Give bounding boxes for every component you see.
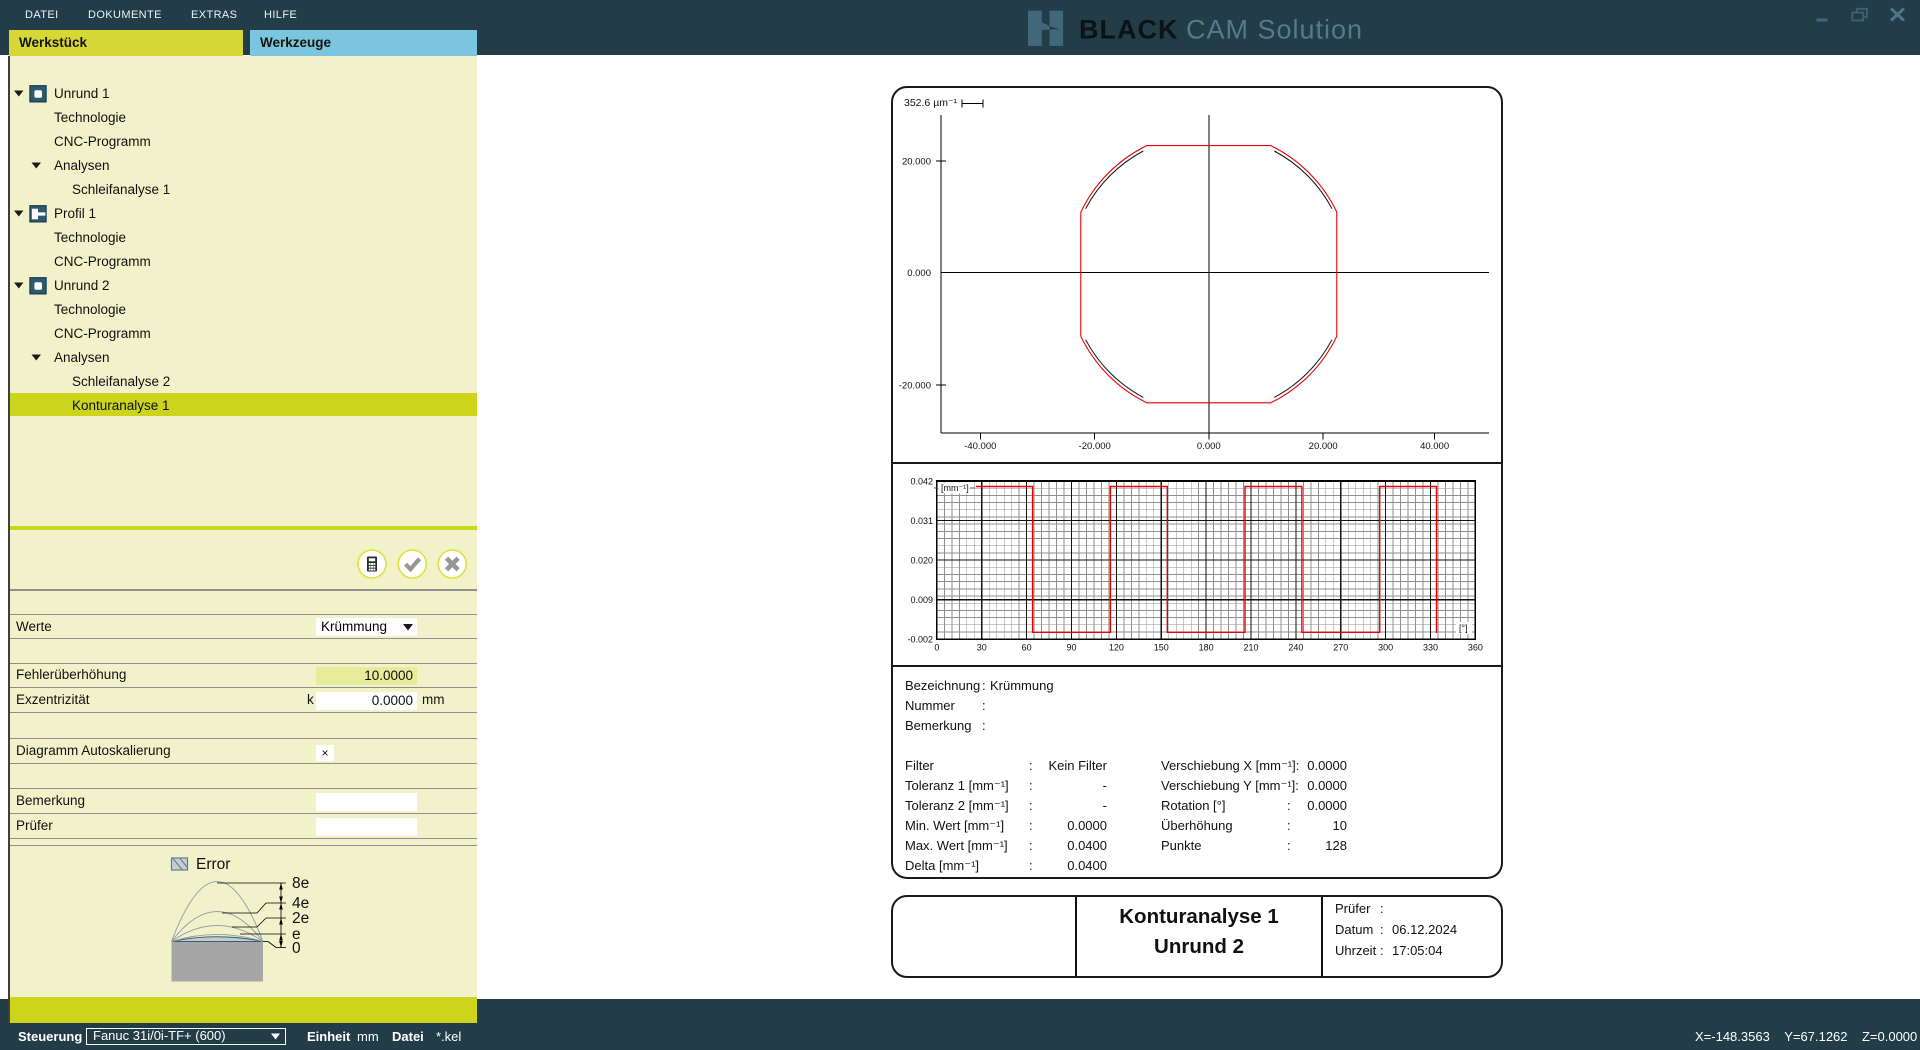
svg-text:-20.000: -20.000 xyxy=(1079,441,1111,452)
svg-text:360: 360 xyxy=(1468,643,1483,653)
svg-text:210: 210 xyxy=(1244,643,1259,653)
svg-text:0: 0 xyxy=(934,643,939,653)
svg-text:0.009: 0.009 xyxy=(910,595,933,605)
svg-text:60: 60 xyxy=(1022,643,1032,653)
svg-text:0.031: 0.031 xyxy=(910,516,933,526)
svg-text:0.020: 0.020 xyxy=(910,556,933,566)
svg-text:CAM Solution: CAM Solution xyxy=(1186,15,1363,45)
svg-text:120: 120 xyxy=(1109,643,1124,653)
svg-text:0: 0 xyxy=(292,940,301,957)
svg-text:352.6 µm⁻¹: 352.6 µm⁻¹ xyxy=(904,97,958,109)
svg-text:300: 300 xyxy=(1378,643,1393,653)
svg-text:90: 90 xyxy=(1067,643,1077,653)
svg-text:0.000: 0.000 xyxy=(907,268,931,279)
svg-text:-0.002: -0.002 xyxy=(907,635,933,645)
svg-text:[mm⁻¹]: [mm⁻¹] xyxy=(941,483,969,493)
svg-text:20.000: 20.000 xyxy=(1309,441,1338,452)
svg-text:Error: Error xyxy=(196,856,230,873)
svg-text:40.000: 40.000 xyxy=(1420,441,1449,452)
svg-text:20.000: 20.000 xyxy=(902,157,931,168)
svg-text:-20.000: -20.000 xyxy=(899,381,931,392)
svg-text:30: 30 xyxy=(977,643,987,653)
svg-text:270: 270 xyxy=(1333,643,1348,653)
svg-text:150: 150 xyxy=(1154,643,1169,653)
svg-text:2e: 2e xyxy=(292,910,309,927)
svg-text:8e: 8e xyxy=(292,875,309,892)
svg-text:-40.000: -40.000 xyxy=(964,441,996,452)
svg-text:0.042: 0.042 xyxy=(910,477,933,487)
svg-text:330: 330 xyxy=(1423,643,1438,653)
svg-text:[°]: [°] xyxy=(1459,623,1468,633)
svg-text:240: 240 xyxy=(1288,643,1303,653)
svg-text:180: 180 xyxy=(1199,643,1214,653)
svg-text:0.000: 0.000 xyxy=(1197,441,1221,452)
svg-text:BLACK: BLACK xyxy=(1079,15,1179,45)
